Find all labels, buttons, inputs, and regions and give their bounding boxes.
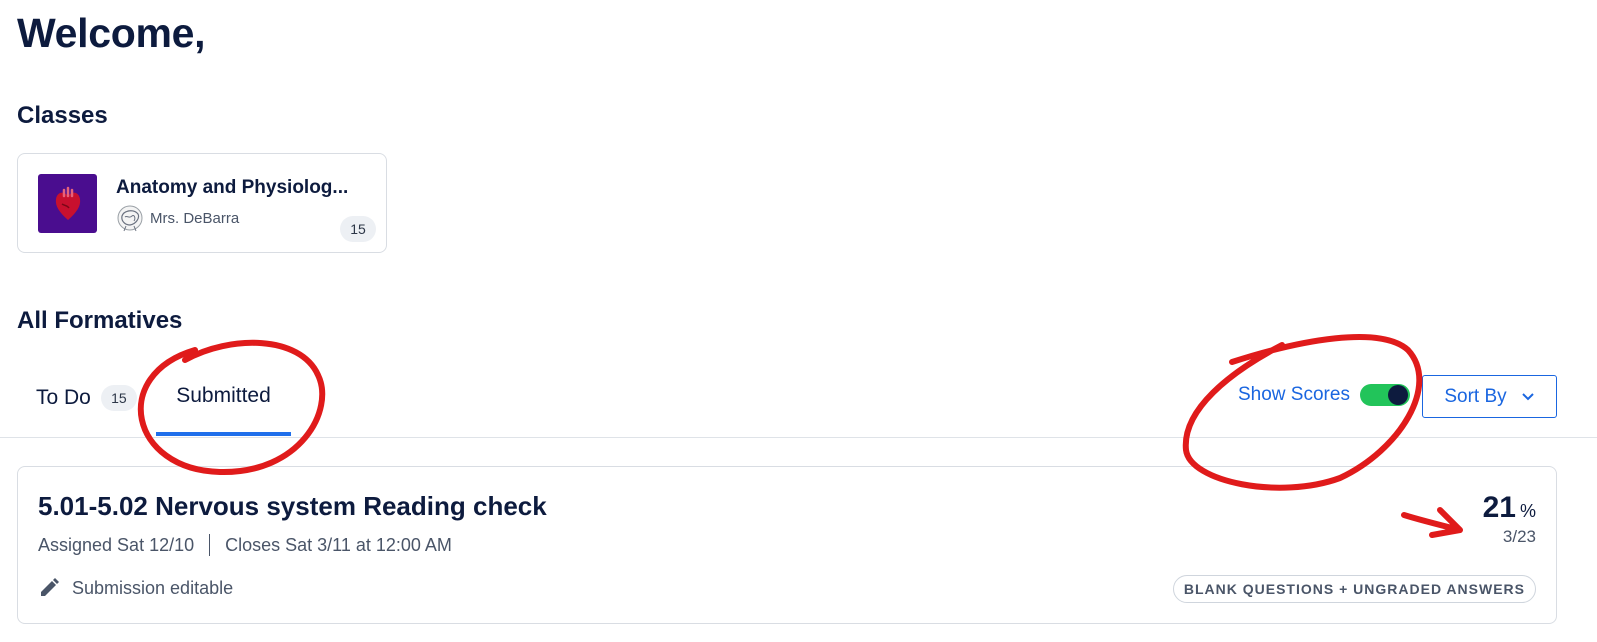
toggle-knob: [1387, 385, 1408, 405]
sort-by-button[interactable]: Sort By: [1422, 375, 1557, 418]
score-unit: %: [1519, 501, 1536, 521]
teacher-row: Mrs. DeBarra: [116, 204, 239, 232]
toggle-switch[interactable]: [1359, 384, 1410, 406]
score-block: 21 % 3/23: [1483, 491, 1536, 547]
tab-todo-count: 15: [100, 385, 137, 411]
formative-title[interactable]: 5.01-5.02 Nervous system Reading check: [38, 491, 547, 522]
class-card[interactable]: Anatomy and Physiolog... Mrs. DeBarra 15: [17, 153, 387, 253]
assigned-date: Assigned Sat 12/10: [38, 534, 195, 555]
tab-todo[interactable]: To Do 15: [36, 360, 137, 436]
score-fraction: 3/23: [1502, 527, 1536, 546]
tab-todo-label: To Do: [36, 386, 91, 409]
score-tag: BLANK QUESTIONS + UNGRADED ANSWERS: [1172, 575, 1536, 603]
show-scores-toggle[interactable]: Show Scores: [1238, 384, 1410, 406]
formative-card[interactable]: 5.01-5.02 Nervous system Reading check A…: [17, 466, 1557, 624]
tab-submitted[interactable]: Submitted: [156, 360, 291, 436]
score-percent: 21: [1482, 491, 1516, 524]
meta-divider: [209, 534, 211, 556]
class-count-badge: 15: [340, 216, 376, 242]
tab-submitted-label: Submitted: [176, 384, 271, 407]
submission-status-label: Submission editable: [72, 577, 234, 598]
formative-meta: Assigned Sat 12/10 Closes Sat 3/11 at 12…: [38, 534, 452, 556]
submission-status: Submission editable: [38, 577, 233, 599]
avatar-icon: [117, 205, 143, 232]
chevron-down-icon: [1521, 392, 1534, 400]
closes-date: Closes Sat 3/11 at 12:00 AM: [225, 534, 452, 555]
formatives-title: All Formatives: [17, 307, 183, 334]
show-scores-label: Show Scores: [1238, 384, 1350, 405]
heart-icon: [38, 174, 97, 233]
teacher-name: Mrs. DeBarra: [150, 209, 240, 227]
welcome-heading: Welcome,: [17, 10, 206, 56]
sort-by-label: Sort By: [1444, 385, 1507, 407]
classes-title: Classes: [17, 102, 108, 129]
class-name[interactable]: Anatomy and Physiolog...: [116, 177, 348, 199]
pencil-icon: [41, 578, 59, 596]
